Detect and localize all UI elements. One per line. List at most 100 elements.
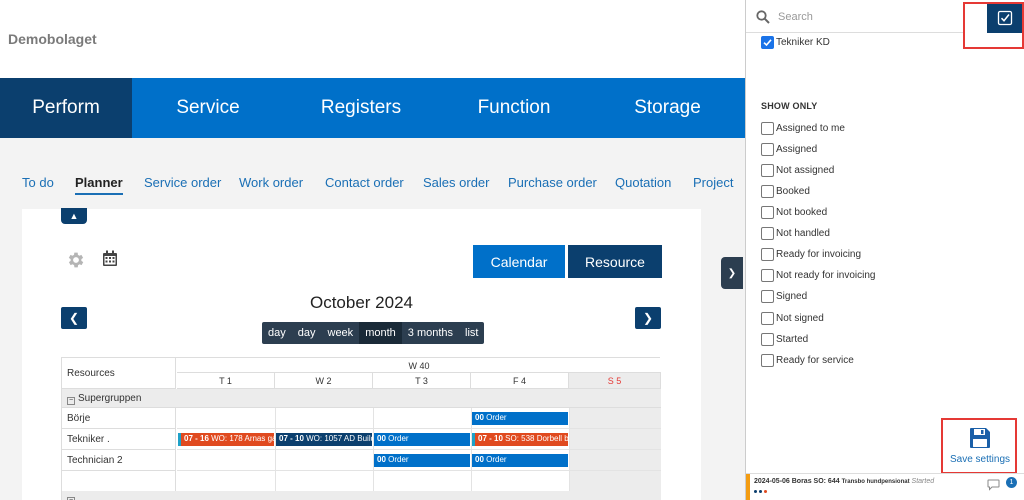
subnav-planner[interactable]: Planner bbox=[75, 175, 123, 195]
filter-signed[interactable]: Signed bbox=[761, 289, 807, 304]
range-week[interactable]: week bbox=[322, 322, 360, 344]
subnav-service-order[interactable]: Service order bbox=[144, 175, 221, 190]
filter-assigned[interactable]: Assigned bbox=[761, 142, 817, 157]
sub-nav: To do Planner Service order Work order C… bbox=[0, 138, 745, 208]
prev-month-button[interactable]: ❮ bbox=[61, 307, 87, 329]
subnav-project[interactable]: Project bbox=[693, 175, 733, 190]
resource-row[interactable]: Technician 2 bbox=[62, 450, 176, 471]
checkbox[interactable] bbox=[761, 36, 774, 49]
group-row-2[interactable]: − bbox=[62, 491, 661, 500]
checkbox[interactable] bbox=[761, 248, 774, 261]
day-header: T 3 bbox=[373, 373, 471, 389]
checkbox-label: Ready for service bbox=[776, 355, 854, 366]
highlight-box bbox=[963, 2, 1024, 49]
count-badge: 1 bbox=[1006, 477, 1017, 488]
nav-storage[interactable]: Storage bbox=[590, 78, 745, 138]
checkbox[interactable] bbox=[761, 122, 774, 135]
checkbox-tekniker-kd[interactable]: Tekniker KD bbox=[761, 35, 830, 50]
search-input[interactable] bbox=[778, 7, 958, 27]
checkbox[interactable] bbox=[761, 333, 774, 346]
filter-not-ready-for-invoicing[interactable]: Not ready for invoicing bbox=[761, 268, 876, 283]
main-nav: Perform Service Registers Function Stora… bbox=[0, 78, 745, 138]
order-event[interactable]: 07 - 16 WO: 178 Arnas gar bbox=[178, 433, 274, 446]
event-text: SO: 538 Dorbell by bbox=[502, 434, 568, 443]
filter-not-booked[interactable]: Not booked bbox=[761, 205, 827, 220]
checkbox[interactable] bbox=[761, 164, 774, 177]
filter-not-signed[interactable]: Not signed bbox=[761, 311, 824, 326]
filter-panel: Tekniker KD SHOW ONLY Assigned to me Ass… bbox=[745, 0, 1024, 500]
resource-view-button[interactable]: Resource bbox=[568, 245, 662, 278]
collapse-toggle[interactable]: ▲ bbox=[61, 208, 87, 224]
order-date-place: 2024-05-06 Boras bbox=[754, 478, 812, 485]
calendar-icon[interactable] bbox=[102, 250, 118, 267]
resources-header: Resources bbox=[62, 358, 176, 389]
checkbox[interactable] bbox=[761, 290, 774, 303]
nav-perform[interactable]: Perform bbox=[0, 78, 132, 138]
filter-ready-for-service[interactable]: Ready for service bbox=[761, 353, 854, 368]
checkbox-label: Not booked bbox=[776, 207, 828, 218]
comment-icon[interactable] bbox=[987, 479, 1000, 491]
checkbox[interactable] bbox=[761, 206, 774, 219]
event-text: Order bbox=[385, 455, 409, 464]
order-summary: 2024-05-06 Boras SO: 644 Transbo hundpen… bbox=[754, 478, 934, 485]
checkbox[interactable] bbox=[761, 143, 774, 156]
order-event[interactable]: 00 Order bbox=[472, 454, 568, 467]
subnav-todo[interactable]: To do bbox=[22, 175, 54, 190]
nav-registers[interactable]: Registers bbox=[284, 78, 438, 138]
next-month-button[interactable]: ❯ bbox=[635, 307, 661, 329]
order-event[interactable]: 00 Order bbox=[374, 454, 470, 467]
order-event[interactable]: 07 - 10 SO: 538 Dorbell by bbox=[472, 433, 568, 446]
checkbox[interactable] bbox=[761, 354, 774, 367]
gear-icon[interactable] bbox=[66, 250, 86, 270]
checkbox-label: Not signed bbox=[776, 313, 824, 324]
event-time: 07 - 16 bbox=[184, 434, 209, 443]
calendar-view-button[interactable]: Calendar bbox=[473, 245, 565, 278]
subnav-contact-order[interactable]: Contact order bbox=[325, 175, 404, 190]
status-bar bbox=[746, 474, 750, 500]
order-list-item[interactable]: 2024-05-06 Boras SO: 644 Transbo hundpen… bbox=[746, 473, 1024, 500]
subnav-purchase-order[interactable]: Purchase order bbox=[508, 175, 597, 190]
filter-started[interactable]: Started bbox=[761, 332, 808, 347]
range-list[interactable]: list bbox=[459, 322, 484, 344]
range-day-2[interactable]: day bbox=[292, 322, 322, 344]
range-3-months[interactable]: 3 months bbox=[402, 322, 459, 344]
event-time: 00 bbox=[475, 413, 484, 422]
nav-function[interactable]: Function bbox=[438, 78, 590, 138]
checkbox-label: Not assigned bbox=[776, 165, 835, 176]
checkbox[interactable] bbox=[761, 227, 774, 240]
subnav-quotation[interactable]: Quotation bbox=[615, 175, 671, 190]
nav-service[interactable]: Service bbox=[132, 78, 284, 138]
week-label: W 40 bbox=[177, 358, 661, 373]
checkbox[interactable] bbox=[761, 269, 774, 282]
event-time: 00 bbox=[475, 455, 484, 464]
order-event[interactable]: 07 - 10 WO: 1057 AD Build bbox=[276, 433, 372, 446]
order-event[interactable]: 00 Order bbox=[374, 433, 470, 446]
chevron-up-icon: ▲ bbox=[69, 211, 79, 221]
collapse-icon[interactable]: − bbox=[67, 397, 75, 405]
filter-not-assigned[interactable]: Not assigned bbox=[761, 163, 834, 178]
panel-toggle-button[interactable]: ❯ bbox=[721, 257, 743, 289]
subnav-work-order[interactable]: Work order bbox=[239, 175, 303, 190]
checkbox[interactable] bbox=[761, 312, 774, 325]
indicator-dots bbox=[754, 490, 767, 493]
filter-assigned-to-me[interactable]: Assigned to me bbox=[761, 121, 845, 136]
filter-booked[interactable]: Booked bbox=[761, 184, 810, 199]
event-time: 07 - 10 bbox=[478, 434, 503, 443]
checkbox-label: Signed bbox=[776, 291, 808, 302]
show-only-title: SHOW ONLY bbox=[761, 101, 818, 111]
order-event[interactable]: 00 Order bbox=[472, 412, 568, 425]
event-text: WO: 1057 AD Build bbox=[303, 434, 372, 443]
search-icon bbox=[756, 10, 770, 24]
highlight-box bbox=[941, 418, 1017, 474]
event-text: Order bbox=[483, 455, 507, 464]
group-row[interactable]: − Supergruppen bbox=[62, 389, 661, 408]
resource-row[interactable]: Tekniker . bbox=[62, 429, 176, 450]
range-month[interactable]: month bbox=[359, 322, 402, 344]
subnav-sales-order[interactable]: Sales order bbox=[423, 175, 489, 190]
filter-not-handled[interactable]: Not handled bbox=[761, 226, 830, 241]
checkbox[interactable] bbox=[761, 185, 774, 198]
range-day[interactable]: day bbox=[262, 322, 292, 344]
resource-row[interactable]: Börje bbox=[62, 408, 176, 429]
filter-ready-for-invoicing[interactable]: Ready for invoicing bbox=[761, 247, 861, 262]
grid-divider bbox=[177, 449, 661, 450]
